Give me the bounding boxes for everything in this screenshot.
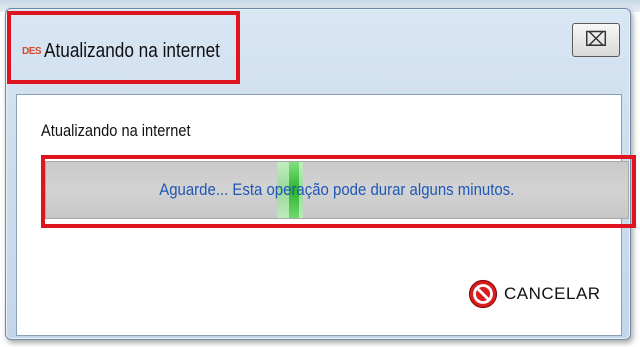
cancel-button-label: CANCELAR (504, 284, 601, 303)
title-highlight-box (7, 11, 240, 84)
status-label: Atualizando na internet (41, 121, 191, 140)
cancel-button[interactable]: CANCELAR (468, 274, 614, 314)
close-icon: ⌧ (584, 29, 608, 51)
dialog-content: Atualizando na internet Aguarde... Esta … (16, 94, 636, 336)
progress-highlight-box (41, 155, 636, 228)
dialog-window: DES Atualizando na internet ⌧ Atualizand… (5, 8, 636, 340)
title-bar[interactable]: DES Atualizando na internet ⌧ (6, 9, 630, 96)
close-button[interactable]: ⌧ (572, 23, 620, 57)
stop-icon (468, 279, 498, 309)
